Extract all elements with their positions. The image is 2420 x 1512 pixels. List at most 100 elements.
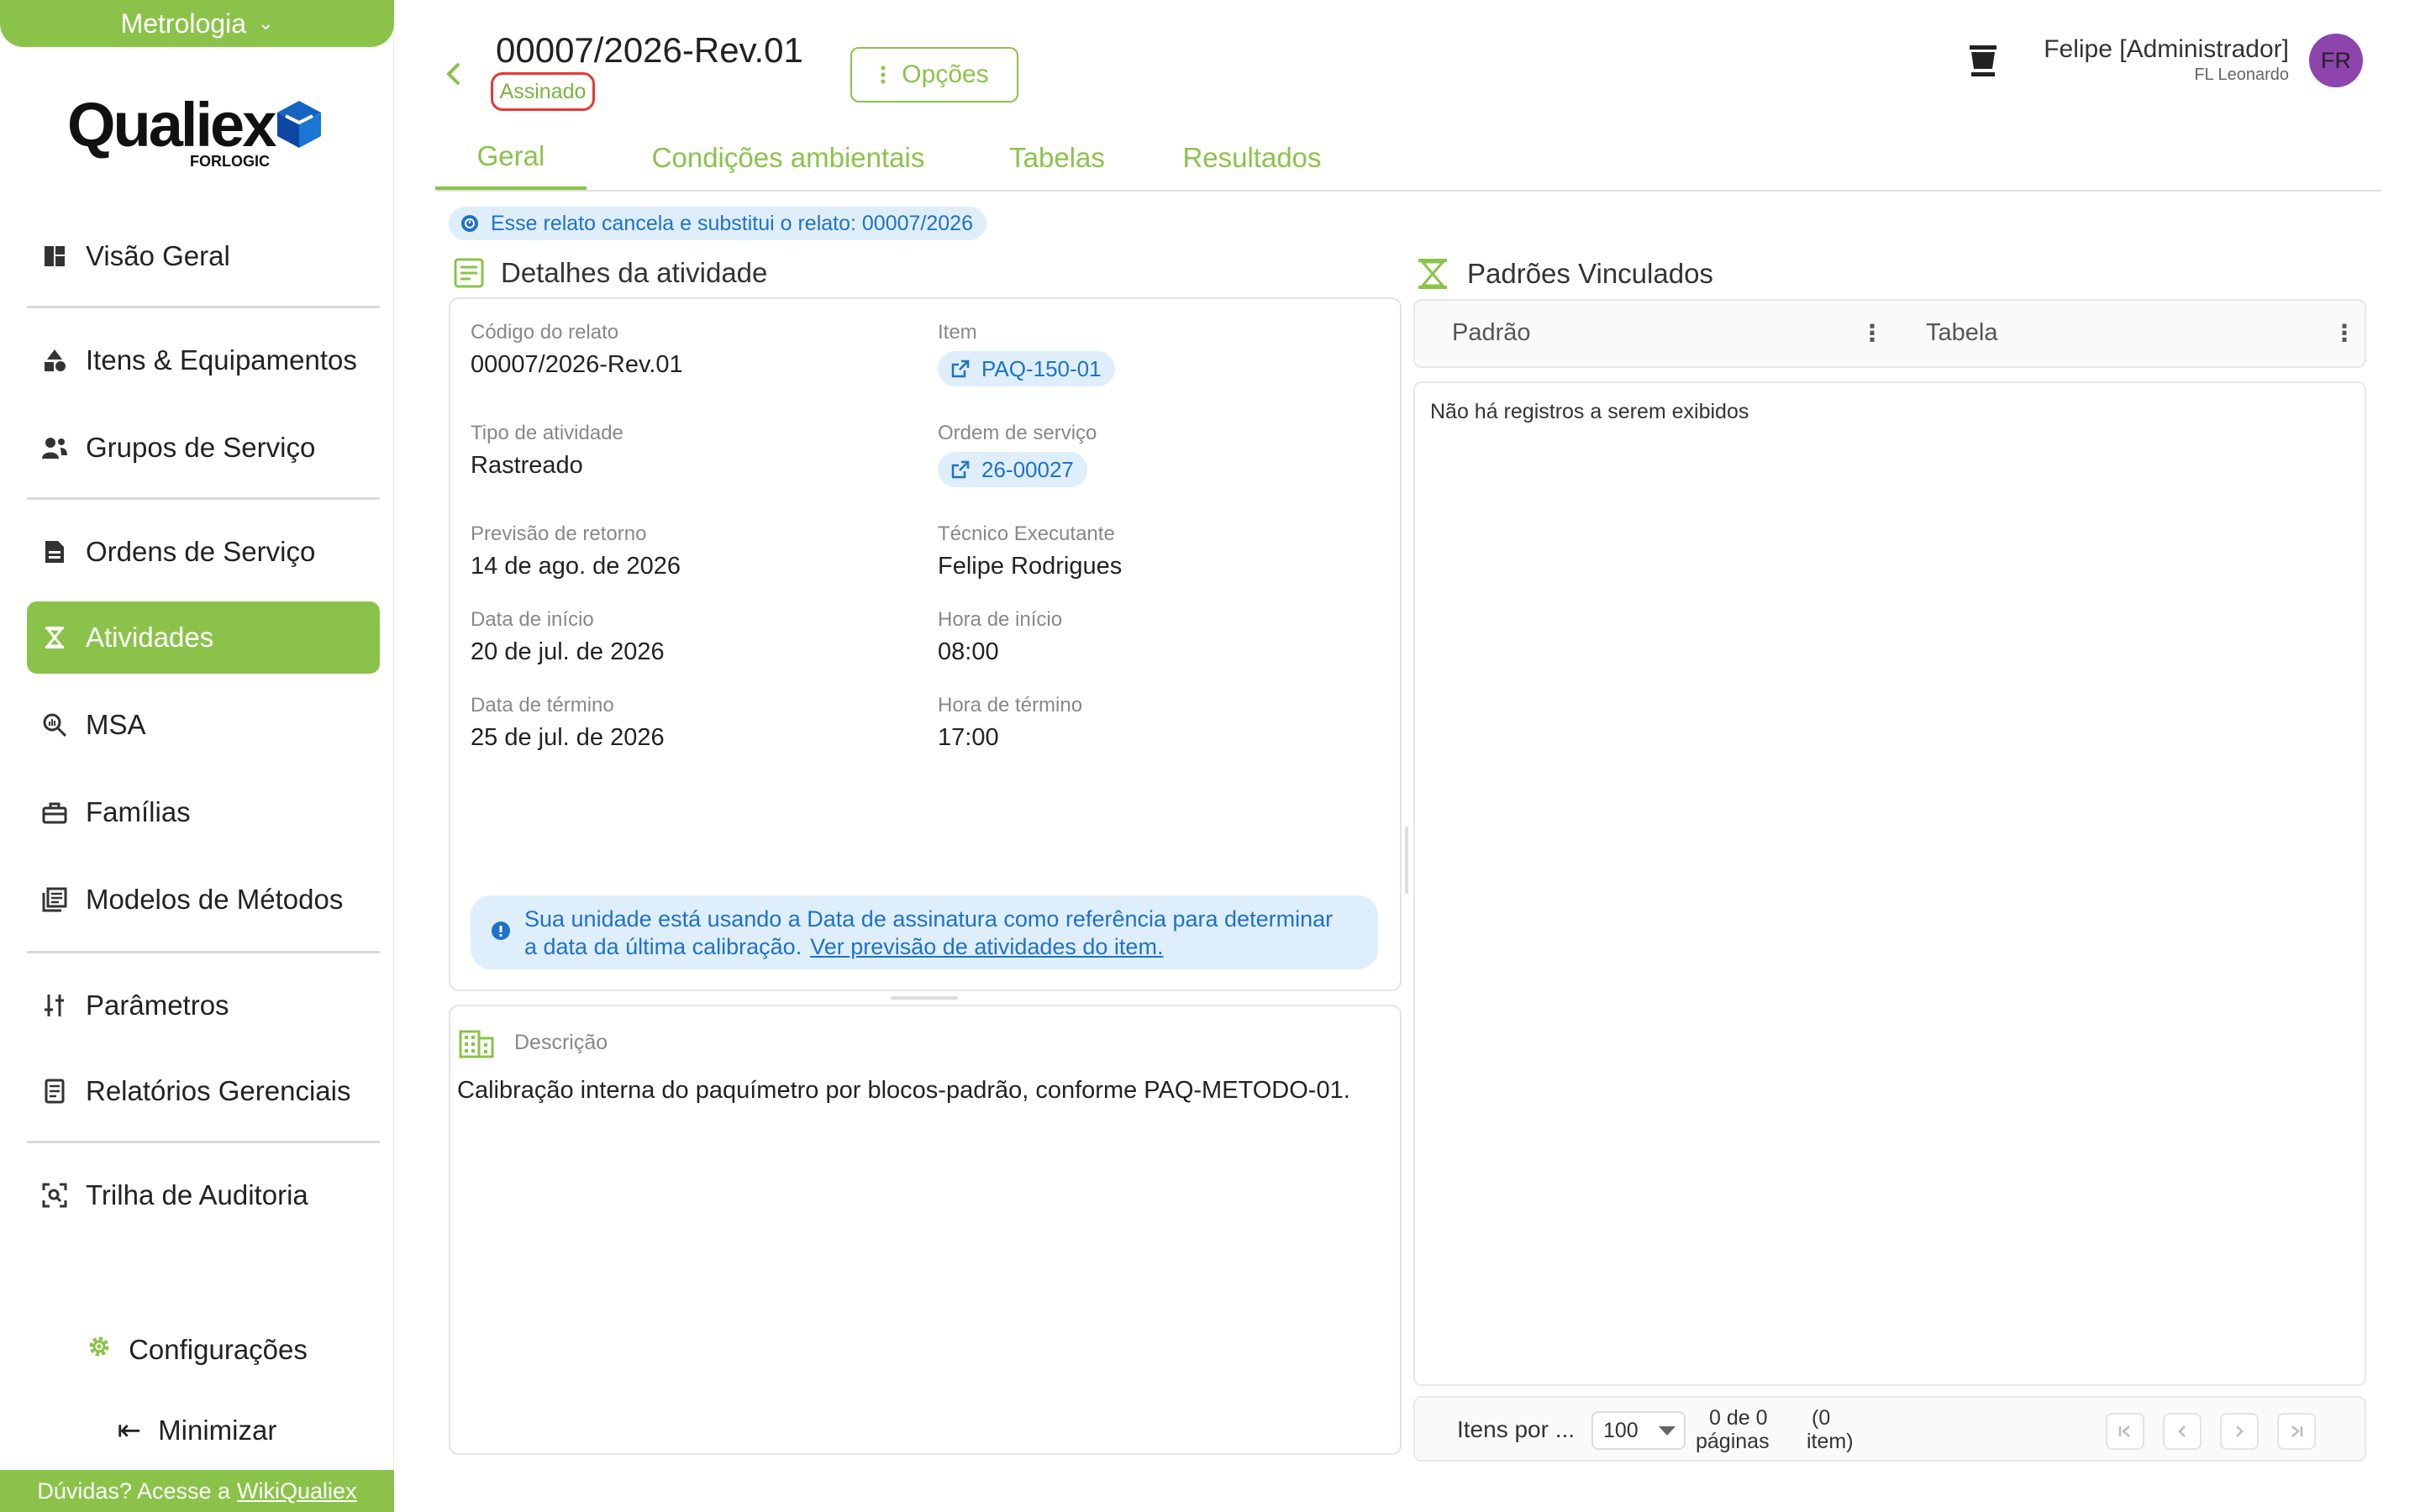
options-label: Opções	[902, 60, 989, 88]
sidebar-item-familias[interactable]: Famílias	[27, 776, 380, 848]
patterns-section-title: Padrões Vinculados	[1467, 258, 1713, 289]
item-count-line-2: item)	[1807, 1430, 1854, 1453]
description-label: Descrição	[514, 1030, 608, 1054]
next-page-button[interactable]	[2220, 1413, 2259, 1450]
description-text: Calibração interna do paquímetro por blo…	[457, 1077, 1350, 1104]
coffee-cup-icon[interactable]	[1965, 42, 2002, 79]
last-page-button[interactable]	[2277, 1413, 2316, 1450]
library-books-icon	[40, 885, 69, 914]
pagination-bar: Itens por ... 100 0 de 0 páginas (0 item…	[1413, 1396, 2366, 1462]
tab-resultados[interactable]: Resultados	[1151, 126, 1353, 190]
group-icon	[40, 433, 69, 462]
settings-button[interactable]: Configurações	[0, 1320, 394, 1379]
sidebar-item-label: Parâmetros	[86, 990, 229, 1021]
sidebar-divider	[27, 1141, 380, 1143]
column-menu-icon[interactable]: ⋮	[2333, 319, 2356, 347]
data-inicio-label: Data de início	[471, 608, 594, 631]
horizontal-resize-handle[interactable]	[891, 996, 958, 1000]
caret-down-icon	[1659, 1426, 1676, 1436]
minimize-button[interactable]: ⇤ Minimizar	[0, 1401, 394, 1460]
sidebar-item-ordens-servico[interactable]: Ordens de Serviço	[27, 516, 380, 588]
details-section-title: Detalhes da atividade	[501, 257, 768, 288]
column-header-tabela[interactable]: Tabela	[1926, 319, 1997, 347]
sidebar-item-itens-equipamentos[interactable]: Itens & Equipamentos	[27, 324, 380, 396]
sidebar-item-atividades[interactable]: Atividades	[27, 601, 380, 674]
building-icon	[459, 1030, 494, 1058]
notice-line-1: Sua unidade está usando a Data de assina…	[524, 906, 1334, 932]
settings-label: Configurações	[129, 1334, 308, 1365]
help-bar: Dúvidas? Acesse a WikiQualiex	[0, 1470, 394, 1512]
search-analytics-icon	[40, 711, 69, 739]
avatar[interactable]: FR	[2309, 34, 2363, 87]
item-link-chip[interactable]: PAQ-150-01	[938, 351, 1115, 386]
empty-state-message: Não há registros a serem exibidos	[1430, 400, 1749, 423]
sidebar-item-visao-geral[interactable]: Visão Geral	[27, 220, 380, 292]
wiki-link[interactable]: WikiQualiex	[237, 1478, 357, 1504]
sidebar-item-trilha-auditoria[interactable]: Trilha de Auditoria	[27, 1159, 380, 1231]
sliders-icon	[40, 991, 69, 1020]
logo-cube-icon	[277, 101, 321, 148]
first-page-button[interactable]	[2106, 1413, 2144, 1450]
first-page-icon	[2118, 1425, 2130, 1437]
sidebar-item-relatorios-gerenciais[interactable]: Relatórios Gerenciais	[27, 1055, 380, 1127]
item-link-text: PAQ-150-01	[981, 355, 1102, 381]
tab-bar: Geral Condições ambientais Tabelas Resul…	[435, 126, 2381, 192]
chevron-down-icon: ⌄	[257, 13, 274, 34]
previous-page-button[interactable]	[2163, 1413, 2202, 1450]
page-count-info: 0 de 0 páginas	[1696, 1406, 1770, 1453]
options-button[interactable]: Opções	[850, 47, 1018, 102]
page-size-label: Itens por ...	[1457, 1416, 1576, 1442]
ordem-link-chip[interactable]: 26-00027	[938, 452, 1087, 487]
sidebar-item-modelos-metodos[interactable]: Modelos de Métodos	[27, 864, 380, 936]
hora-inicio-label: Hora de início	[938, 608, 1063, 631]
ordem-label: Ordem de serviço	[938, 422, 1097, 444]
sidebar-item-label: Visão Geral	[86, 240, 230, 271]
tab-tabelas[interactable]: Tabelas	[981, 126, 1133, 190]
description-header: Descrição	[459, 1026, 608, 1058]
tab-geral[interactable]: Geral	[435, 126, 587, 190]
hora-termino-value: 17:00	[938, 724, 999, 751]
hora-termino-label: Hora de término	[938, 694, 1083, 717]
module-switcher-button[interactable]: Metrologia ⌄	[0, 0, 394, 47]
details-section-header: Detalhes da atividade	[454, 257, 767, 289]
vertical-resize-handle[interactable]	[1405, 827, 1408, 894]
user-unit: FL Leonardo	[2194, 66, 2289, 84]
sidebar-item-label: Grupos de Serviço	[86, 432, 316, 463]
page-size-select[interactable]: 100	[1591, 1411, 1686, 1450]
sidebar-item-grupos-servico[interactable]: Grupos de Serviço	[27, 412, 380, 484]
column-menu-icon[interactable]: ⋮	[1860, 319, 1884, 347]
description-card	[449, 1005, 1402, 1455]
sidebar-item-label: Famílias	[86, 796, 191, 827]
sidebar-item-label: MSA	[86, 709, 146, 740]
history-icon	[461, 215, 478, 232]
sidebar-item-parametros[interactable]: Parâmetros	[27, 969, 380, 1042]
column-header-padrao[interactable]: Padrão	[1452, 319, 1531, 347]
tab-condicoes-ambientais[interactable]: Condições ambientais	[620, 126, 956, 190]
forecast-link[interactable]: Ver previsão de atividades do item.	[810, 934, 1163, 959]
patterns-table-header: Padrão ⋮ Tabela ⋮	[1413, 299, 2366, 368]
more-vertical-icon	[881, 66, 886, 84]
module-label: Metrologia	[120, 8, 246, 39]
sidebar-item-label: Ordens de Serviço	[86, 536, 316, 567]
collapse-left-icon: ⇤	[117, 1415, 142, 1446]
page-count-line-1: 0 de 0	[1709, 1406, 1768, 1430]
sidebar-item-msa[interactable]: MSA	[27, 689, 380, 761]
toolbox-icon	[40, 798, 69, 827]
data-termino-label: Data de término	[471, 694, 614, 717]
info-icon	[492, 921, 510, 940]
tipo-value: Rastreado	[471, 452, 583, 479]
sidebar-item-label: Itens & Equipamentos	[86, 344, 357, 375]
logo-subtext: FORLOGIC	[190, 153, 270, 170]
audit-scan-icon	[40, 1181, 69, 1210]
tecnico-label: Técnico Executante	[938, 522, 1115, 545]
sidebar-divider	[27, 306, 380, 308]
replacement-info-text: Esse relato cancela e substitui o relato…	[491, 211, 973, 235]
dashboard-icon	[40, 242, 69, 270]
sidebar-divider	[27, 497, 380, 500]
page-title: 00007/2026-Rev.01	[496, 30, 803, 70]
open-in-new-icon	[951, 360, 970, 378]
codigo-value: 00007/2026-Rev.01	[471, 351, 683, 378]
back-button[interactable]	[437, 57, 471, 91]
codigo-label: Código do relato	[471, 321, 619, 344]
replacement-info-chip: Esse relato cancela e substitui o relato…	[449, 207, 986, 240]
